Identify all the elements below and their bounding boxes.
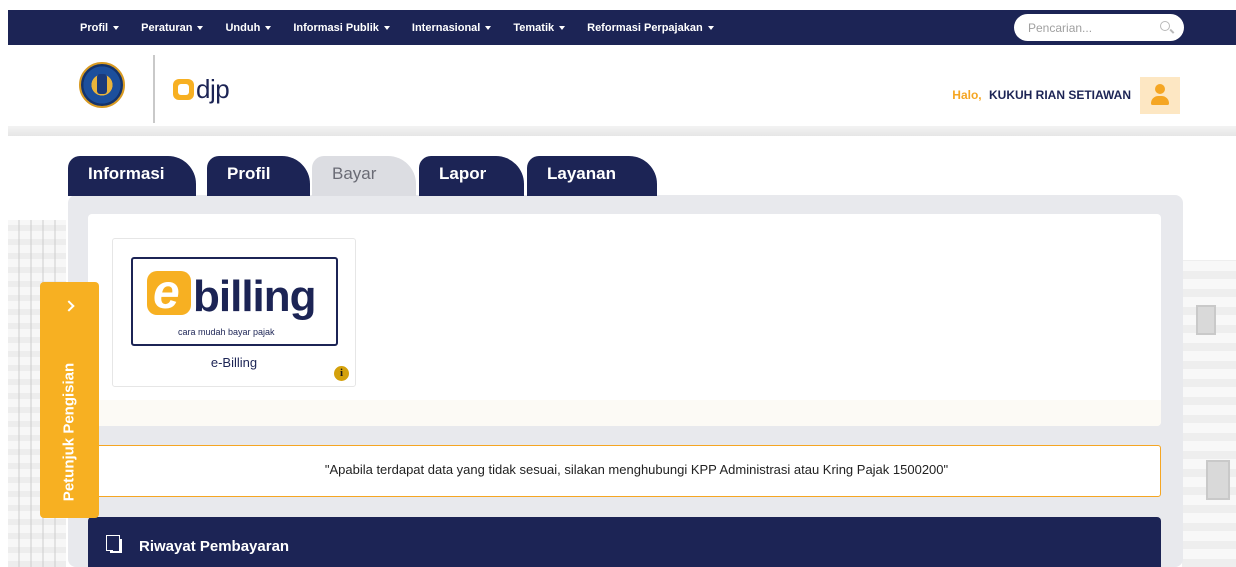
riwayat-title: Riwayat Pembayaran [139, 538, 290, 555]
top-menu: Profil Peraturan Unduh Informasi Publik … [80, 10, 736, 45]
menu-item-tematik[interactable]: Tematik [513, 22, 566, 34]
user-icon-body [1151, 96, 1169, 105]
user-icon-button[interactable] [1140, 77, 1180, 114]
riwayat-pembayaran-panel[interactable]: Riwayat Pembayaran [88, 517, 1161, 567]
top-navigation-bar: Profil Peraturan Unduh Informasi Publik … [8, 10, 1236, 45]
ebilling-e-mark [147, 265, 191, 320]
caret-down-icon [265, 25, 272, 30]
notice-text: "Apabila terdapat data yang tidak sesuai… [324, 462, 949, 477]
caret-down-icon [485, 25, 492, 30]
search-input[interactable] [1028, 19, 1148, 37]
services-card-footer [88, 400, 1161, 426]
caret-down-icon [113, 25, 120, 30]
djp-mark-icon [173, 78, 194, 100]
greeting-halo: Halo, [952, 88, 982, 102]
search-box [1014, 14, 1184, 41]
kemenkeu-emblem-logo[interactable] [79, 62, 125, 108]
petunjuk-pengisian-label: Petunjuk Pengisian [60, 362, 78, 502]
caret-down-icon [559, 25, 566, 30]
ebilling-label: e-Billing [210, 355, 258, 370]
tab-bayar[interactable]: Bayar [312, 156, 416, 196]
background-building-right [1182, 260, 1236, 567]
djp-logo[interactable]: djp [173, 74, 230, 104]
menu-item-reformasi-perpajakan[interactable]: Reformasi Perpajakan [587, 22, 714, 34]
tab-profil[interactable]: Profil [207, 156, 310, 196]
caret-down-icon [707, 25, 714, 30]
caret-down-icon [197, 25, 204, 30]
building-window [1196, 305, 1216, 335]
tab-layanan[interactable]: Layanan [527, 156, 657, 196]
tab-informasi[interactable]: Informasi [68, 156, 196, 196]
building-window [1206, 460, 1230, 500]
info-icon[interactable]: i [334, 366, 349, 381]
header-divider [8, 126, 1236, 136]
copy-document-icon [106, 535, 122, 553]
logo-divider [153, 55, 155, 123]
menu-item-internasional[interactable]: Internasional [412, 22, 492, 34]
chevron-right-icon [63, 300, 75, 312]
caret-down-icon [383, 25, 390, 30]
petunjuk-pengisian-tab[interactable]: Petunjuk Pengisian [40, 282, 99, 518]
user-name: KUKUH RIAN SETIAWAN [988, 88, 1131, 102]
search-icon[interactable] [1160, 21, 1170, 31]
tab-lapor[interactable]: Lapor [419, 156, 524, 196]
menu-item-informasi-publik[interactable]: Informasi Publik [293, 22, 390, 34]
user-icon [1155, 84, 1165, 94]
menu-item-profil[interactable]: Profil [80, 22, 120, 34]
user-greeting[interactable]: Halo, KUKUH RIAN SETIAWAN [952, 88, 1131, 102]
djp-logo-text: djp [196, 74, 230, 104]
menu-item-peraturan[interactable]: Peraturan [141, 22, 204, 34]
notice-box: "Apabila terdapat data yang tidak sesuai… [88, 445, 1161, 497]
ebilling-tagline: cara mudah bayar pajak [178, 327, 275, 337]
ebilling-logo[interactable]: billing cara mudah bayar pajak [131, 257, 338, 346]
menu-item-unduh[interactable]: Unduh [225, 22, 272, 34]
ebilling-logo-word: billing [193, 272, 317, 321]
